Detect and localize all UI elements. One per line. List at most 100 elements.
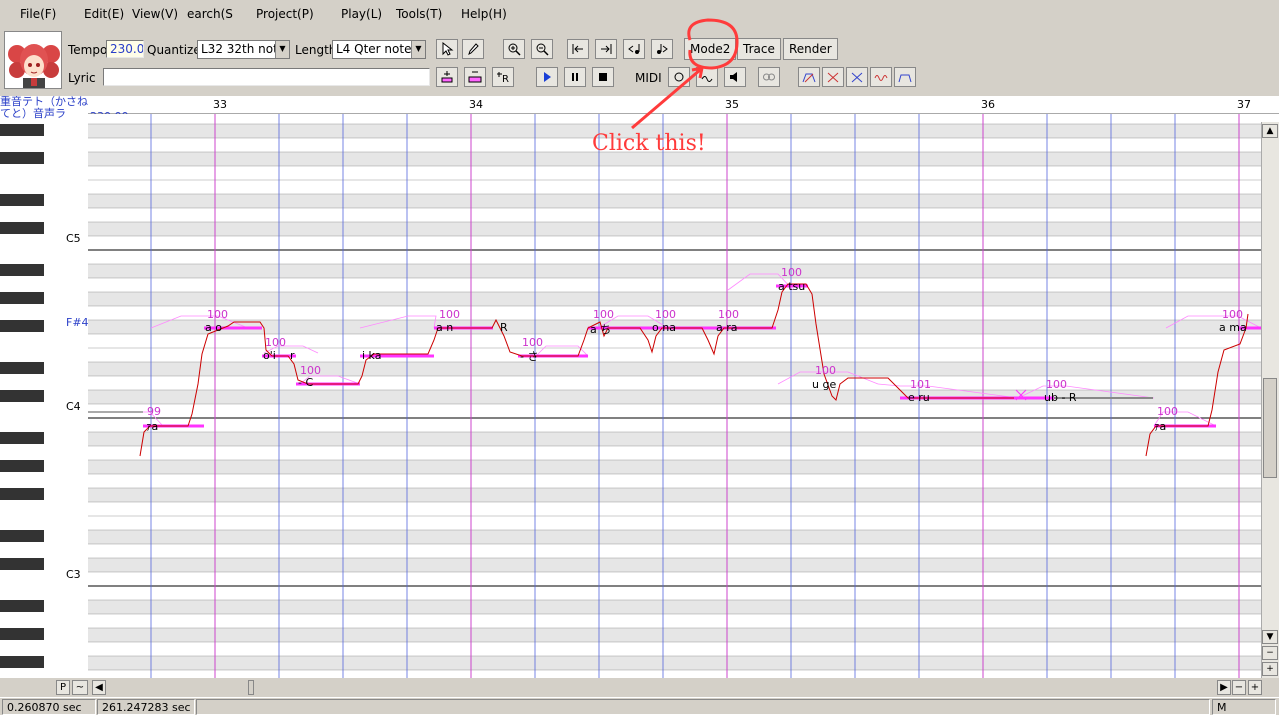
envelope-2-button[interactable]	[822, 67, 844, 87]
horizontal-scrollbar[interactable]	[0, 678, 1279, 696]
scroll-right-button[interactable]: ▶	[1217, 680, 1231, 695]
note-lyric[interactable]: i ka	[362, 349, 381, 362]
scroll-down-button[interactable]: ▼	[1262, 630, 1278, 644]
piano-black-key[interactable]	[0, 124, 44, 136]
note-lyric[interactable]: R	[500, 321, 508, 334]
menu-project[interactable]: Project(P)	[256, 7, 314, 21]
vertical-scroll-thumb[interactable]	[1263, 378, 1277, 478]
piano-black-key[interactable]	[0, 460, 44, 472]
piano-black-key[interactable]	[0, 194, 44, 206]
note-lyric[interactable]: o na	[652, 321, 676, 334]
insert-block-icon	[468, 71, 482, 83]
play-button[interactable]	[536, 67, 558, 87]
note-lyric[interactable]: o'i	[263, 349, 276, 362]
go-end-button[interactable]	[595, 39, 617, 59]
note-velocity: 100	[815, 364, 836, 377]
scroll-left-button[interactable]: ◀	[92, 680, 106, 695]
hzoom-out-button[interactable]: −	[1232, 680, 1246, 695]
loop-button[interactable]	[758, 67, 780, 87]
stop-button[interactable]	[592, 67, 614, 87]
trace-button[interactable]: Trace	[737, 38, 781, 60]
select-tool-button[interactable]	[436, 39, 458, 59]
note-lyric[interactable]: a o	[205, 321, 222, 334]
note-velocity: 100	[1222, 308, 1243, 321]
measure-ruler[interactable]: 33 34 35 36 37	[88, 96, 1279, 114]
tempo-label: Tempo	[68, 43, 108, 57]
menu-tools[interactable]: Tools(T)	[396, 7, 442, 21]
note-lyric[interactable]: a ra	[716, 321, 738, 334]
volume-button[interactable]	[724, 67, 746, 87]
tilde-button[interactable]: ~	[72, 680, 88, 695]
piano-roll-editor[interactable]: 重音テト（かさねてと）音声ラ 33 34 35 36 37 230.00 C5 …	[0, 96, 1279, 680]
zoom-in-button[interactable]	[503, 39, 525, 59]
menu-file[interactable]: File(F)	[20, 7, 56, 21]
menu-play[interactable]: Play(L)	[341, 7, 382, 21]
envelope-1-button[interactable]	[798, 67, 820, 87]
pencil-tool-button[interactable]	[462, 39, 484, 59]
piano-black-key[interactable]	[0, 558, 44, 570]
go-start-button[interactable]	[567, 39, 589, 59]
vzoom-in-button[interactable]: +	[1262, 662, 1278, 676]
pause-button[interactable]	[564, 67, 586, 87]
piano-black-key[interactable]	[0, 292, 44, 304]
singer-avatar	[4, 31, 62, 89]
piano-black-key[interactable]	[0, 600, 44, 612]
status-bar: 0.260870 sec 261.247283 sec M	[0, 697, 1279, 715]
note-grid[interactable]	[88, 114, 1261, 680]
note-lyric[interactable]: e ru	[908, 391, 930, 404]
vzoom-out-button[interactable]: −	[1262, 646, 1278, 660]
piano-black-key[interactable]	[0, 320, 44, 332]
mode2-button[interactable]: Mode2	[684, 38, 737, 60]
piano-black-key[interactable]	[0, 432, 44, 444]
hzoom-in-button[interactable]: +	[1248, 680, 1262, 695]
insert-note-2-button[interactable]	[464, 67, 486, 87]
envelope-4-button[interactable]	[870, 67, 892, 87]
menu-help[interactable]: Help(H)	[461, 7, 507, 21]
note-lyric[interactable]: ｧa	[146, 418, 158, 434]
render-button[interactable]: Render	[783, 38, 838, 60]
note-lyric[interactable]: a ち	[590, 321, 611, 337]
piano-black-key[interactable]	[0, 628, 44, 640]
insert-note-button[interactable]	[436, 67, 458, 87]
midi-in-button[interactable]	[668, 67, 690, 87]
piano-black-key[interactable]	[0, 390, 44, 402]
lyric-input[interactable]	[103, 68, 430, 86]
status-time-current: 0.260870 sec	[2, 699, 96, 715]
piano-black-key[interactable]	[0, 362, 44, 374]
note-lyric[interactable]: u ge	[812, 378, 836, 391]
piano-keyboard[interactable]: C5 F#4 C4 C3	[0, 124, 89, 680]
piano-black-key[interactable]	[0, 152, 44, 164]
piano-black-key[interactable]	[0, 530, 44, 542]
note-lyric[interactable]: ｧa	[1154, 418, 1166, 434]
next-note-button[interactable]	[651, 39, 673, 59]
menu-view[interactable]: View(V)	[132, 7, 178, 21]
note-lyric[interactable]: - さ	[520, 348, 538, 364]
piano-black-key[interactable]	[0, 222, 44, 234]
status-message	[196, 699, 1210, 715]
note-lyric[interactable]: a ma	[1219, 321, 1247, 334]
piano-black-key[interactable]	[0, 264, 44, 276]
piano-black-key[interactable]	[0, 656, 44, 668]
menu-search[interactable]: earch(S	[187, 7, 233, 21]
zoom-out-button[interactable]	[531, 39, 553, 59]
prev-note-button[interactable]	[623, 39, 645, 59]
menu-edit[interactable]: Edit(E)	[84, 7, 124, 21]
quantize-select[interactable]: L32 32th note ▼	[197, 40, 290, 59]
note-velocity: 101	[910, 378, 931, 391]
note-lyric[interactable]: ub - R	[1044, 391, 1077, 404]
piano-black-key[interactable]	[0, 488, 44, 500]
p-button[interactable]: P	[56, 680, 70, 695]
tempo-field[interactable]: 230.0	[106, 40, 144, 58]
envelope-3-button[interactable]	[846, 67, 868, 87]
insert-rest-button[interactable]: R	[492, 67, 514, 87]
length-select[interactable]: L4 Qter note ▼	[332, 40, 426, 59]
note-lyric[interactable]: a tsu	[778, 280, 805, 293]
note-lyric[interactable]: - C	[298, 376, 313, 389]
scroll-up-button[interactable]: ▲	[1262, 124, 1278, 138]
note-lyric[interactable]: a n	[436, 321, 453, 334]
reset-envelope-button[interactable]	[894, 67, 916, 87]
horizontal-scroll-thumb[interactable]	[248, 680, 254, 695]
note-lyric[interactable]: r	[290, 349, 295, 362]
midi-wave-button[interactable]	[696, 67, 718, 87]
note-velocity: 99	[147, 405, 161, 418]
